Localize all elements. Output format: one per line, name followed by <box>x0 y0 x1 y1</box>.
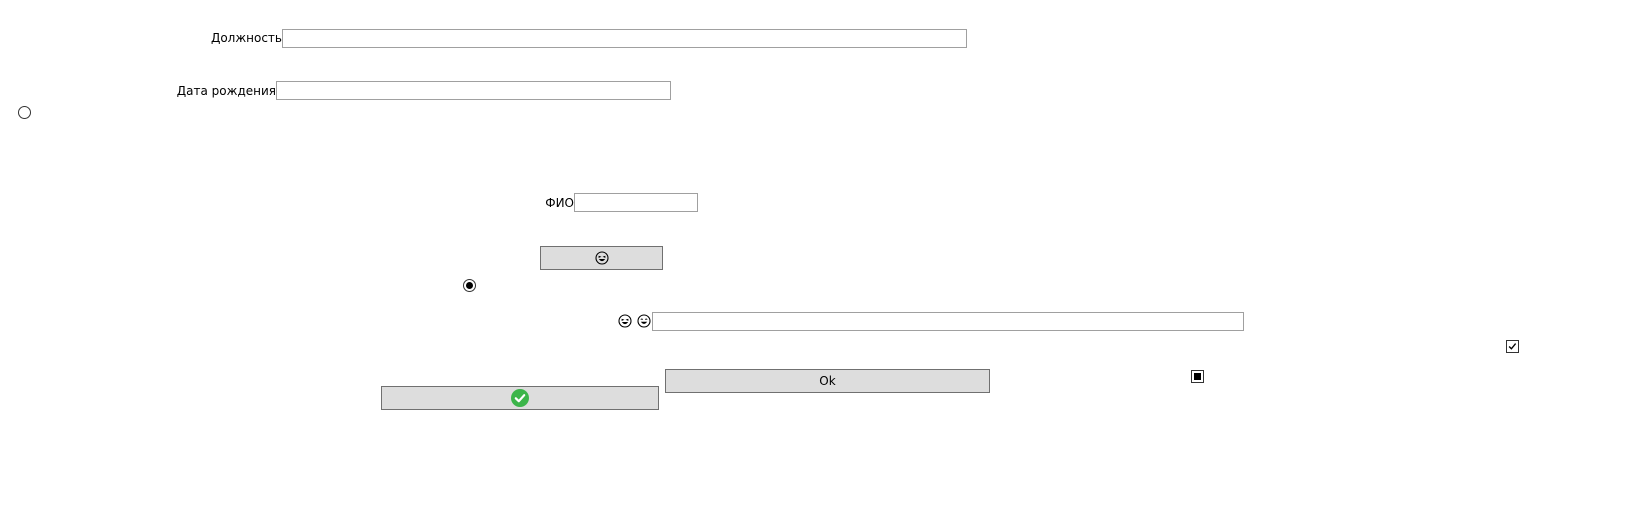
checkbox-indeterminate[interactable] <box>1191 370 1204 383</box>
emoji-text-input[interactable] <box>652 312 1244 331</box>
radio-option-middle[interactable] <box>463 279 476 292</box>
birthdate-label: Дата рождения <box>176 84 276 98</box>
position-label: Должность <box>210 31 282 45</box>
checkbox-checked[interactable] <box>1506 340 1519 353</box>
confirm-button[interactable] <box>381 386 659 410</box>
position-input[interactable] <box>282 29 967 48</box>
laughing-face-icon <box>594 251 609 265</box>
birthdate-input[interactable] <box>276 81 671 100</box>
checkmark-icon <box>1508 343 1517 350</box>
radio-option-left[interactable] <box>18 106 31 119</box>
fio-label: ФИО <box>545 196 574 210</box>
fio-input[interactable] <box>574 193 698 212</box>
laughing-face-icon <box>618 314 632 328</box>
grinning-face-icon <box>637 314 651 328</box>
green-check-icon <box>511 389 529 407</box>
ok-button[interactable]: Ok <box>665 369 990 393</box>
emoji-button[interactable] <box>540 246 663 270</box>
radio-selected-dot <box>466 282 473 289</box>
checkbox-indeterminate-fill <box>1194 373 1201 380</box>
